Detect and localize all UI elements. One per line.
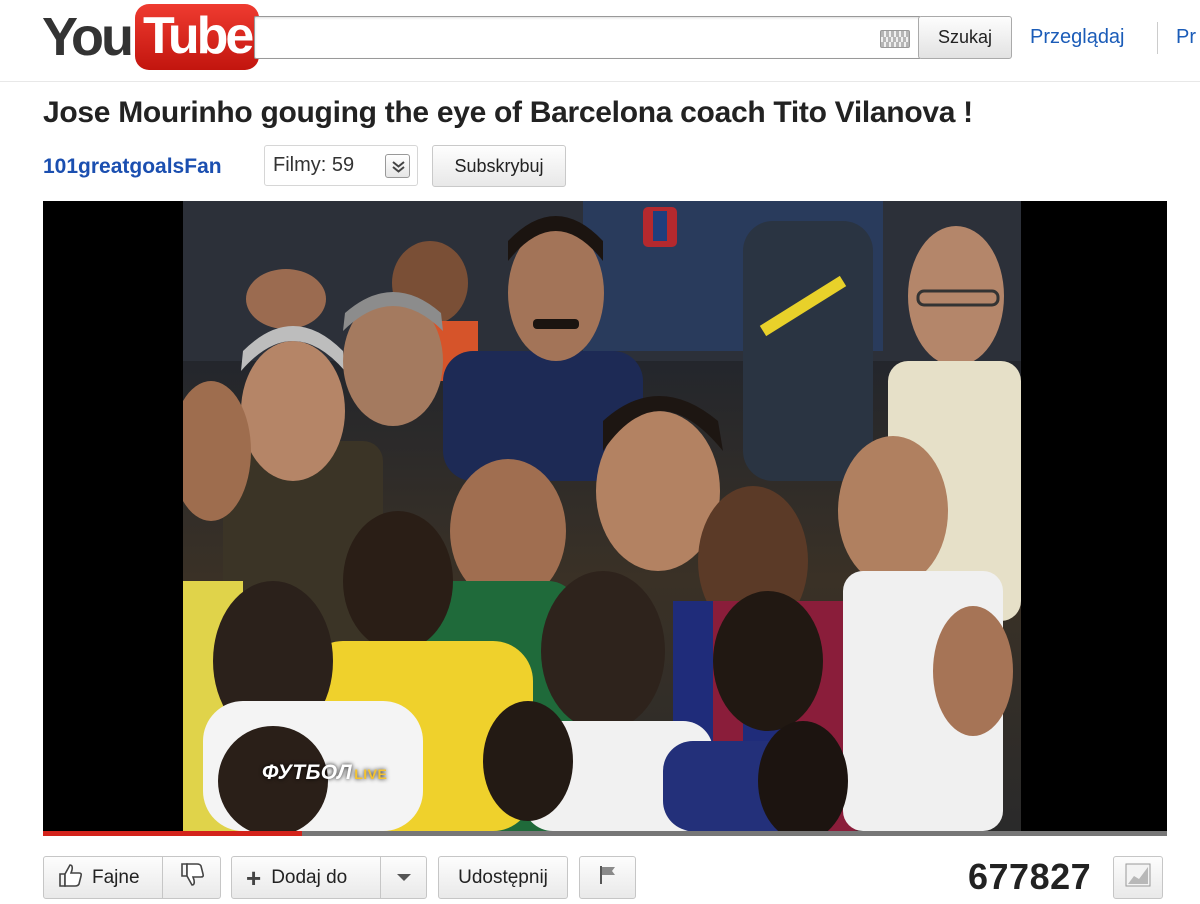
flag-icon: [596, 863, 620, 893]
video-still-image: [183, 201, 1021, 831]
dislike-button[interactable]: [162, 856, 221, 899]
thumbs-down-icon: [178, 861, 206, 895]
video-progress-bar[interactable]: [43, 831, 1167, 836]
video-progress-fill: [43, 831, 302, 836]
youtube-logo[interactable]: You Tube: [42, 2, 260, 72]
channel-name-link[interactable]: 101greatgoalsFan: [43, 155, 222, 179]
browse-link[interactable]: Przeglądaj: [1030, 26, 1125, 49]
view-count: 677827: [968, 856, 1092, 897]
upload-link[interactable]: Pr: [1176, 26, 1196, 49]
search-button[interactable]: Szukaj: [918, 16, 1012, 59]
video-player[interactable]: ФУТБОЛ LIVE: [43, 201, 1167, 831]
nav-divider: [1157, 22, 1158, 54]
keyboard-icon[interactable]: [880, 30, 910, 48]
stats-chart-icon: [1124, 862, 1152, 894]
stats-button[interactable]: [1113, 856, 1163, 899]
logo-tube-text: Tube: [134, 4, 260, 70]
like-button[interactable]: Fajne: [43, 856, 163, 899]
channel-videos-count[interactable]: Filmy: 59: [264, 145, 418, 186]
chevron-down-icon: [396, 867, 412, 889]
expand-toggle-icon[interactable]: [385, 154, 410, 178]
like-label: Fajne: [92, 866, 140, 888]
films-count-label: Filmy: 59: [273, 154, 355, 176]
add-to-button[interactable]: + Dodaj do: [231, 856, 381, 899]
flag-button[interactable]: [579, 856, 636, 899]
subscribe-button[interactable]: Subskrybuj: [432, 145, 566, 187]
add-to-dropdown-button[interactable]: [380, 856, 427, 899]
watermark-text: ФУТБОЛ: [262, 761, 353, 784]
search-box: [254, 16, 920, 59]
thumbs-up-icon: [56, 861, 84, 895]
add-to-label: Dodaj do: [271, 866, 348, 888]
masthead: You Tube Szukaj Przeglądaj Pr: [0, 0, 1200, 82]
share-button[interactable]: Udostępnij: [438, 856, 568, 899]
channel-watermark: ФУТБОЛ LIVE: [262, 761, 387, 785]
watermark-live-text: LIVE: [354, 766, 388, 782]
plus-icon: +: [246, 862, 262, 893]
video-title: Jose Mourinho gouging the eye of Barcelo…: [43, 96, 973, 129]
search-input[interactable]: [255, 17, 920, 58]
video-frame: [183, 201, 1021, 831]
logo-you-text: You: [42, 7, 134, 67]
